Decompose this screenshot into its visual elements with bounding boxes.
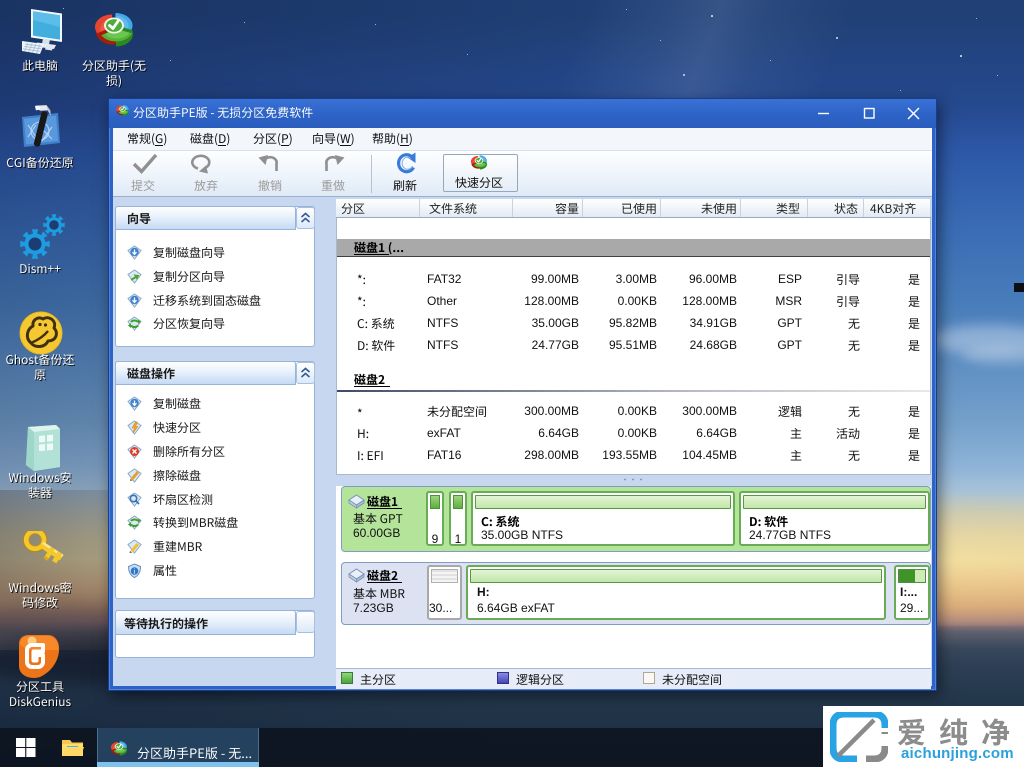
svg-text:i: i bbox=[133, 567, 135, 576]
